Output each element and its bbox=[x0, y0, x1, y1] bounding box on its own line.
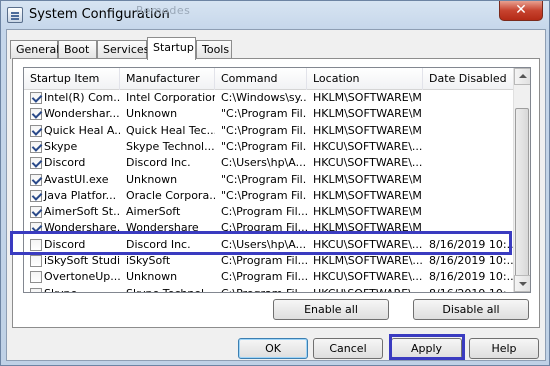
table-row[interactable]: Java Platfor... Oracle Corpora... "C:\Prog… bbox=[24, 188, 514, 204]
scroll-thumb[interactable] bbox=[515, 108, 529, 280]
cell-item: OvertoneUp... bbox=[44, 270, 120, 284]
column-date-disabled[interactable]: Date Disabled bbox=[423, 68, 514, 90]
column-manufacturer[interactable]: Manufacturer bbox=[120, 68, 215, 90]
cell-manufacturer: Unknown bbox=[126, 270, 178, 284]
table-row[interactable]: Discord Discord Inc. C:\Users\hp\A... HKCU\… bbox=[24, 237, 514, 253]
cell-location: HKLM\SOFTWARE\M... bbox=[313, 172, 423, 186]
cell-location: HKCU\SOFTWARE\... bbox=[313, 237, 423, 251]
cell-location: HKLM\SOFTWARE\M... bbox=[313, 188, 423, 202]
cell-manufacturer: Wondershare bbox=[126, 221, 199, 235]
cell-command: "C:\Program Fil... bbox=[221, 172, 307, 186]
table-row[interactable]: iSkySoft Studio iSkySoft C:\Program Fil...… bbox=[24, 253, 514, 269]
cell-manufacturer: AimerSoft bbox=[126, 205, 181, 219]
cell-command: "C:\Program Fil... bbox=[221, 139, 307, 153]
cell-location: HKCU\SOFTWARE\... bbox=[313, 270, 423, 284]
tab-services[interactable]: Services bbox=[97, 40, 149, 59]
cell-manufacturer: Discord Inc. bbox=[126, 156, 191, 170]
table-row[interactable]: Discord Discord Inc. C:\Users\hp\A... HKCU\… bbox=[24, 155, 514, 171]
cell-manufacturer: Oracle Corpora... bbox=[126, 188, 215, 202]
cell-item: Java Platfor... bbox=[44, 188, 117, 202]
table-row[interactable]: Quick Heal A... Quick Heal Tec... "C:\Prog… bbox=[24, 123, 514, 139]
cell-location: HKCU\SOFTWARE\... bbox=[307, 287, 423, 292]
ok-button[interactable]: OK bbox=[238, 338, 308, 359]
cell-item: Skype bbox=[38, 287, 120, 292]
cell-date: 8/16/2019 10:... bbox=[423, 287, 514, 292]
table-row[interactable]: Skype Skype Technol... "C:\Program Fil... H… bbox=[24, 139, 514, 155]
cell-manufacturer: Skype Technol... bbox=[120, 287, 215, 292]
cell-command: "C:\Program Fil... bbox=[221, 107, 307, 121]
cell-manufacturer: Skype Technol... bbox=[126, 139, 215, 153]
cell-command: C:\Program Fil... bbox=[215, 287, 307, 292]
scroll-down-icon[interactable] bbox=[514, 275, 530, 292]
cell-command: C:\Program Fil... bbox=[221, 254, 307, 267]
cell-location: HKLM\SOFTWARE\M... bbox=[313, 91, 423, 104]
title-bar[interactable]: System Configuration Remodes ✕ bbox=[1, 1, 549, 29]
cell-manufacturer: Discord Inc. bbox=[126, 237, 191, 251]
cell-location: HKLM\SOFTWARE\... bbox=[313, 254, 423, 267]
cell-item: Skype bbox=[44, 139, 78, 153]
cell-manufacturer: Unknown bbox=[126, 172, 178, 186]
column-location[interactable]: Location bbox=[307, 68, 423, 90]
cell-manufacturer: Intel Corporation bbox=[126, 91, 215, 104]
help-button[interactable]: Help bbox=[469, 338, 539, 359]
cell-location: HKCU\SOFTWARE\... bbox=[313, 156, 423, 170]
apply-button[interactable]: Apply bbox=[391, 338, 462, 359]
table-row[interactable]: Wondershar... Unknown "C:\Program Fil... HK… bbox=[24, 106, 514, 122]
cell-item: Wondershare... bbox=[44, 221, 120, 235]
cell-item: Intel(R) Com... bbox=[44, 91, 120, 104]
table-row[interactable]: Intel(R) Com... Intel Corporation C:\Windo… bbox=[24, 90, 514, 106]
cell-item: Discord bbox=[44, 237, 86, 251]
startup-panel: Startup Item Manufacturer Command Locati… bbox=[12, 58, 540, 328]
cell-command: C:\Program Fil... bbox=[221, 270, 307, 284]
cell-location: HKLM\SOFTWARE\M... bbox=[313, 107, 423, 121]
cell-command: C:\Windows\sy... bbox=[221, 91, 307, 104]
tab-general[interactable]: General bbox=[10, 40, 59, 59]
cell-location: HKLM\SOFTWARE\M... bbox=[313, 221, 423, 235]
table-row[interactable]: SkypeSkype Technol...C:\Program Fil...HK… bbox=[24, 286, 514, 292]
cell-command: "C:\Program Fil... bbox=[221, 188, 307, 202]
table-row[interactable]: AimerSoft St... AimerSoft C:\Program Fil..… bbox=[24, 204, 514, 220]
table-row[interactable]: Wondershare... Wondershare C:\Program Fil.… bbox=[24, 220, 514, 236]
cell-date: 8/16/2019 10:... bbox=[429, 254, 514, 267]
tab-startup[interactable]: Startup bbox=[147, 37, 196, 60]
background-window-title: Remodes bbox=[136, 4, 191, 17]
enable-all-button[interactable]: Enable all bbox=[273, 299, 389, 320]
dialog-client-area: General Boot Services Startup Tools Star… bbox=[6, 29, 546, 361]
cell-date: 8/16/2019 10:... bbox=[429, 270, 514, 284]
cell-location: HKLM\SOFTWARE\M... bbox=[313, 123, 423, 137]
list-header: Startup Item Manufacturer Command Locati… bbox=[24, 68, 514, 90]
tab-boot[interactable]: Boot bbox=[58, 40, 97, 59]
cell-command: "C:\Program Fil... bbox=[221, 123, 307, 137]
startup-list[interactable]: Startup Item Manufacturer Command Locati… bbox=[23, 67, 531, 293]
column-command[interactable]: Command bbox=[215, 68, 307, 90]
msconfig-icon bbox=[7, 7, 23, 23]
scroll-up-icon[interactable] bbox=[514, 68, 530, 85]
cell-item: Discord bbox=[44, 156, 86, 170]
close-button[interactable]: ✕ bbox=[499, 1, 543, 21]
table-row[interactable]: OvertoneUp... Unknown C:\Program Fil... HKC… bbox=[24, 269, 514, 285]
cell-command: C:\Users\hp\A... bbox=[221, 237, 307, 251]
cell-item: AimerSoft St... bbox=[44, 205, 120, 219]
cell-item: iSkySoft Studio bbox=[44, 254, 120, 267]
table-row[interactable]: AvastUI.exe Unknown "C:\Program Fil... HKLM… bbox=[24, 172, 514, 188]
cell-command: C:\Program Fil... bbox=[221, 205, 307, 219]
vertical-scrollbar[interactable] bbox=[513, 68, 530, 292]
cell-item: AvastUI.exe bbox=[44, 172, 109, 186]
cell-manufacturer: iSkySoft bbox=[126, 254, 171, 267]
cell-date: 8/16/2019 10:... bbox=[429, 237, 514, 251]
system-configuration-window: System Configuration Remodes ✕ General B… bbox=[0, 0, 550, 366]
cell-command: C:\Program Fil... bbox=[221, 221, 307, 235]
cancel-button[interactable]: Cancel bbox=[313, 338, 383, 359]
column-startup-item[interactable]: Startup Item bbox=[24, 68, 120, 90]
cell-item: Quick Heal A... bbox=[44, 123, 120, 137]
tab-tools[interactable]: Tools bbox=[196, 40, 232, 59]
cell-manufacturer: Quick Heal Tec... bbox=[126, 123, 215, 137]
disable-all-button[interactable]: Disable all bbox=[413, 299, 529, 320]
cell-location: HKCU\SOFTWARE\... bbox=[313, 139, 423, 153]
cell-item: Wondershar... bbox=[44, 107, 120, 121]
cell-location: HKLM\SOFTWARE\M... bbox=[313, 205, 423, 219]
cell-command: C:\Users\hp\A... bbox=[221, 156, 307, 170]
cell-manufacturer: Unknown bbox=[126, 107, 178, 121]
